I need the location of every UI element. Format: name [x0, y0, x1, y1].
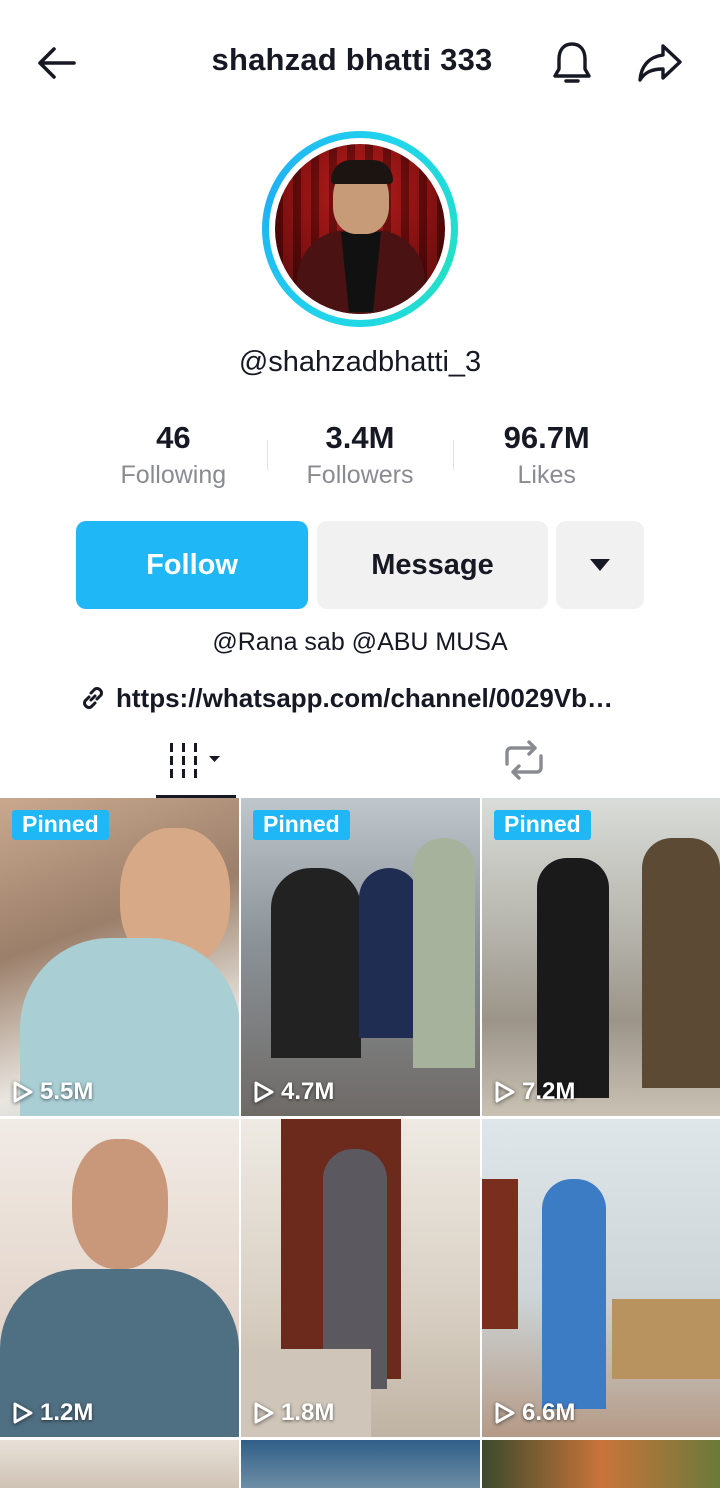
more-options-button[interactable] [556, 521, 644, 609]
stat-label: Followers [306, 461, 414, 489]
video-thumbnail[interactable]: Pinned 7.2M [482, 798, 720, 1116]
video-thumbnail[interactable] [0, 1440, 239, 1488]
bell-icon [553, 42, 591, 83]
view-count-value: 1.2M [40, 1399, 94, 1426]
view-count: 1.2M [12, 1399, 93, 1427]
stat-followers[interactable]: 3.4M Followers [266, 418, 454, 502]
profile-bio: @Rana sab @ABU MUSA [212, 628, 508, 656]
pinned-badge: Pinned [253, 810, 350, 840]
view-count: 6.6M [494, 1399, 575, 1427]
pinned-badge: Pinned [494, 810, 591, 840]
repost-icon [505, 740, 543, 780]
view-count-value: 1.8M [281, 1399, 335, 1426]
play-icon [13, 1402, 33, 1424]
view-count-value: 4.7M [281, 1078, 335, 1105]
avatar-ring[interactable] [262, 131, 458, 327]
play-icon [495, 1081, 515, 1103]
follow-button[interactable]: Follow [76, 521, 308, 609]
profile-stats: 46 Following 3.4M Followers 96.7M Likes [80, 418, 640, 502]
video-thumbnail[interactable]: 1.8M [241, 1119, 480, 1437]
view-count: 5.5M [12, 1078, 93, 1106]
view-count-value: 7.2M [522, 1078, 576, 1105]
content-tabs [0, 722, 720, 798]
page-title: shahzad bhatti 333 [211, 42, 493, 77]
profile-link[interactable]: https://whatsapp.com/channel/0029Vb… [78, 678, 658, 718]
stat-label: Likes [517, 461, 576, 489]
play-icon [254, 1081, 274, 1103]
video-thumbnail[interactable]: 6.6M [482, 1119, 720, 1437]
tab-videos[interactable] [156, 722, 236, 798]
stat-label: Following [120, 461, 227, 489]
stat-value: 3.4M [325, 420, 395, 455]
view-count-value: 6.6M [522, 1399, 576, 1426]
view-count-value: 5.5M [40, 1078, 94, 1105]
play-icon [13, 1081, 33, 1103]
caret-down-icon [590, 559, 610, 571]
grid-icon [170, 743, 220, 778]
back-button[interactable] [26, 38, 86, 88]
stat-value: 46 [156, 420, 191, 455]
top-bar: shahzad bhatti 333 [0, 0, 720, 124]
profile-link-text: https://whatsapp.com/channel/0029Vb… [116, 682, 613, 713]
view-count: 4.7M [253, 1078, 334, 1106]
notification-bell-button[interactable] [542, 36, 602, 90]
pinned-badge: Pinned [12, 810, 109, 840]
share-button[interactable] [630, 36, 690, 90]
play-icon [254, 1402, 274, 1424]
stat-following[interactable]: 46 Following [80, 418, 267, 502]
back-arrow-icon [38, 47, 76, 79]
link-icon [83, 687, 103, 709]
video-thumbnail[interactable]: Pinned 4.7M [241, 798, 480, 1116]
profile-handle: @shahzadbhatti_3 [238, 346, 482, 378]
stat-value: 96.7M [503, 420, 590, 455]
play-icon [495, 1402, 515, 1424]
video-thumbnail[interactable]: Pinned 5.5M [0, 798, 239, 1116]
stat-likes[interactable]: 96.7M Likes [453, 418, 640, 502]
video-thumbnail[interactable] [482, 1440, 720, 1488]
video-thumbnail[interactable]: 1.2M [0, 1119, 239, 1437]
message-button[interactable]: Message [317, 521, 548, 609]
video-thumbnail[interactable] [241, 1440, 480, 1488]
view-count: 1.8M [253, 1399, 334, 1427]
view-count: 7.2M [494, 1078, 575, 1106]
avatar [275, 144, 445, 314]
tab-reposts[interactable] [484, 722, 564, 798]
share-arrow-icon [638, 44, 682, 82]
